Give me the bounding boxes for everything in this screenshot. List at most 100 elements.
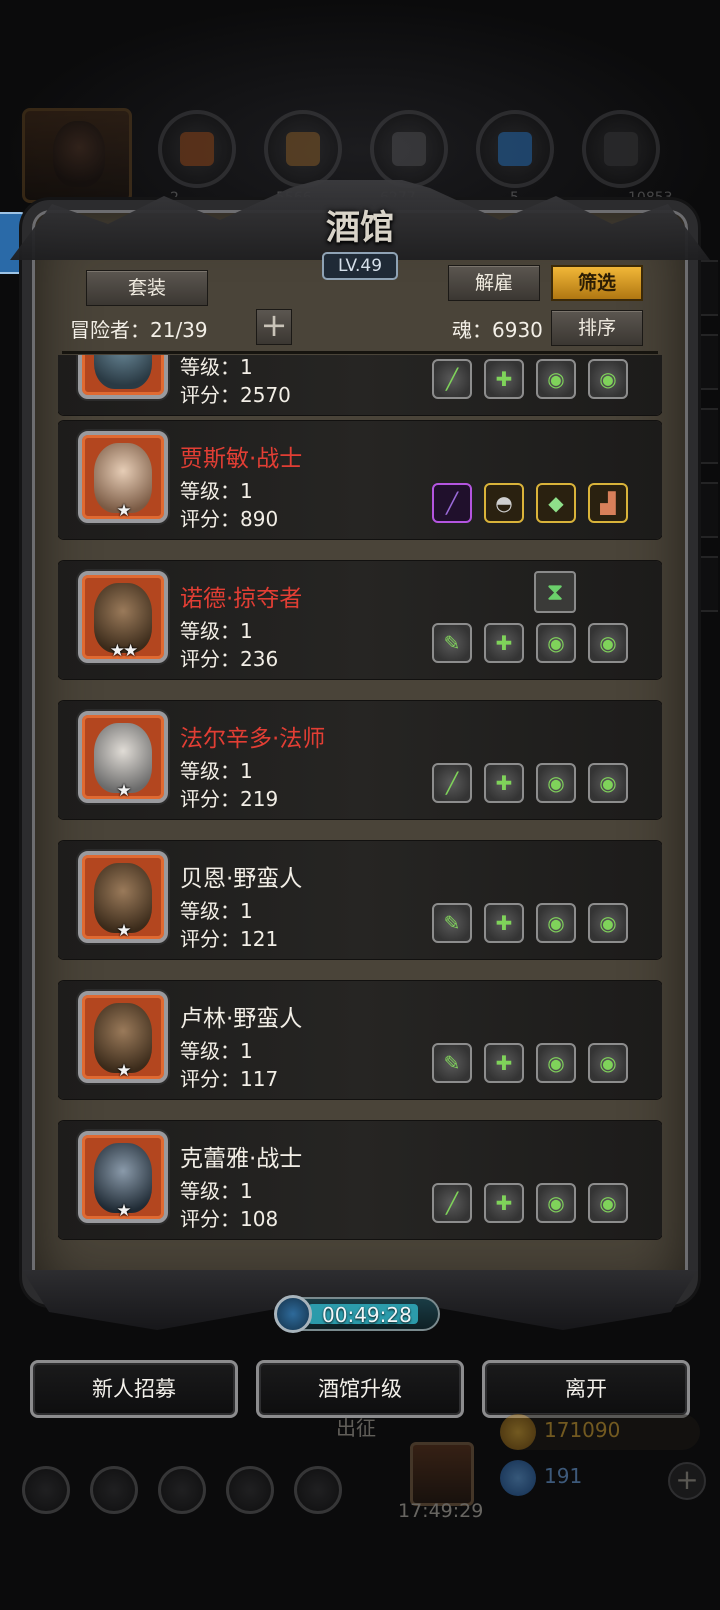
sort-button[interactable]: 排序 [551, 310, 643, 346]
hero-stars: ★★ [109, 641, 138, 661]
hero-card[interactable]: ★ 卢林·野蛮人 等级：1 评分：117 ✎ ✚ ◉ ◉ [58, 981, 662, 1099]
hero-portrait[interactable]: ★ [78, 431, 168, 523]
hero-level: 等级：1 [180, 1039, 253, 1063]
hero-score: 评分：108 [180, 1207, 279, 1231]
hero-portrait[interactable]: ★ [78, 1131, 168, 1223]
hero-stars: ★ [116, 501, 131, 521]
armor-slot-icon[interactable]: ✚ [484, 903, 524, 943]
gift-timer: 17:49:29 [398, 1500, 484, 1522]
header-divider [62, 351, 658, 354]
hero-card[interactable]: ★ 贾斯敏·战士 等级：1 评分：890 ╱ ◓ ◆ ▟ [58, 421, 662, 539]
ring-slot-icon[interactable]: ◉ [588, 359, 628, 399]
achievement-icon [90, 1466, 138, 1514]
hero-name: 诺德·掠夺者 [180, 586, 303, 612]
gift-box-icon [410, 1442, 474, 1506]
timer-text: 00:49:28 [322, 1303, 412, 1327]
hero-portrait[interactable]: ★★ [78, 571, 168, 663]
settings-icon [22, 1466, 70, 1514]
hero-portrait[interactable]: ★ [78, 851, 168, 943]
hero-name: 法尔辛多·法师 [180, 726, 326, 752]
ring-slot-icon[interactable]: ◉ [536, 763, 576, 803]
hero-portrait[interactable]: ★ [78, 711, 168, 803]
crystal-icon [476, 110, 554, 188]
green-gem-icon[interactable]: ◆ [536, 483, 576, 523]
leave-button[interactable]: 离开 [482, 1360, 690, 1418]
refresh-timer: 00:49:28 [274, 1295, 440, 1333]
sword-slot-icon[interactable]: ╱ [432, 1183, 472, 1223]
set-button[interactable]: 套装 [86, 270, 208, 306]
hero-score: 评分：121 [180, 927, 279, 951]
hero-level: 等级：1 [180, 759, 253, 783]
armor-slot-icon[interactable]: ✚ [484, 763, 524, 803]
hero-level: 等级：1 [180, 479, 253, 503]
ring-slot-icon[interactable]: ◉ [536, 623, 576, 663]
armor-slot-icon[interactable]: ✚ [484, 1183, 524, 1223]
hero-level: 等级：1 [180, 1179, 253, 1203]
dismiss-button[interactable]: 解雇 [448, 265, 540, 301]
hero-stars: ★ [116, 1201, 131, 1221]
equipment-slots: ╱ ✚ ◉ ◉ [432, 763, 628, 803]
hero-list[interactable]: 等级：1 评分：2570 ╱ ✚ ◉ ◉ ★ 贾斯敏·战士 等级：1 评分：89… [58, 355, 662, 1285]
hero-card[interactable]: ★ 克蕾雅·战士 等级：1 评分：108 ╱ ✚ ◉ ◉ [58, 1121, 662, 1239]
purple-sword-icon[interactable]: ╱ [432, 483, 472, 523]
wood-planks-icon [264, 110, 342, 188]
add-adventurer-slot-button[interactable]: + [256, 309, 292, 345]
axe-slot-icon[interactable]: ✎ [432, 903, 472, 943]
ring-slot-icon[interactable]: ◉ [588, 903, 628, 943]
clock-icon [274, 1295, 312, 1333]
hero-card[interactable]: 等级：1 评分：2570 ╱ ✚ ◉ ◉ [58, 355, 662, 415]
axe-slot-icon[interactable]: ✎ [432, 623, 472, 663]
mail-icon [226, 1466, 274, 1514]
recruit-button[interactable]: 新人招募 [30, 1360, 238, 1418]
ring-slot-icon[interactable]: ◉ [588, 1043, 628, 1083]
hero-card[interactable]: ★★ 诺德·掠夺者 等级：1 评分：236 ⧗ ✎ ✚ ◉ ◉ [58, 561, 662, 679]
upgrade-tavern-button[interactable]: 酒馆升级 [256, 1360, 464, 1418]
equipment-slots: ╱ ◓ ◆ ▟ [432, 483, 628, 523]
armor-slot-icon[interactable]: ✚ [484, 1043, 524, 1083]
adventurer-count: 冒险者：21/39 [70, 318, 208, 342]
hero-name: 卢林·野蛮人 [180, 1006, 303, 1032]
ring-slot-icon[interactable]: ◉ [588, 763, 628, 803]
axe-slot-icon[interactable]: ✎ [432, 1043, 472, 1083]
hero-score: 评分：890 [180, 507, 279, 531]
hourglass-emblem-icon: ⧗ [534, 571, 576, 613]
armor-slot-icon[interactable]: ✚ [484, 623, 524, 663]
map-icon [294, 1466, 342, 1514]
filter-button[interactable]: 筛选 [551, 265, 643, 301]
ore-sack-icon [158, 110, 236, 188]
hero-name: 贝恩·野蛮人 [180, 866, 303, 892]
background-bottom-bar: 出征 17:49:29 171090 191 + [0, 1414, 720, 1610]
hero-score: 评分：219 [180, 787, 279, 811]
ring-slot-icon[interactable]: ◉ [536, 1043, 576, 1083]
gem-amount: 191 [544, 1464, 583, 1488]
hero-card[interactable]: ★ 贝恩·野蛮人 等级：1 评分：121 ✎ ✚ ◉ ◉ [58, 841, 662, 959]
panel-title: 酒馆 [326, 208, 394, 248]
boots-icon[interactable]: ▟ [588, 483, 628, 523]
gem-display: 191 [500, 1460, 660, 1496]
armor-slot-icon[interactable]: ✚ [484, 359, 524, 399]
ring-slot-icon[interactable]: ◉ [536, 1183, 576, 1223]
guild-icon [158, 1466, 206, 1514]
hero-name: 贾斯敏·战士 [180, 446, 303, 472]
iron-ingot-icon [370, 110, 448, 188]
hero-portrait[interactable]: ★ [78, 991, 168, 1083]
ring-slot-icon[interactable]: ◉ [588, 1183, 628, 1223]
expedition-label: 出征 [336, 1416, 376, 1440]
helmet-icon[interactable]: ◓ [484, 483, 524, 523]
equipment-slots: ╱ ✚ ◉ ◉ [432, 359, 628, 399]
staff-slot-icon[interactable]: ╱ [432, 359, 472, 399]
gem-icon [500, 1460, 536, 1496]
equipment-slots: ✎ ✚ ◉ ◉ [432, 1043, 628, 1083]
gold-coin-icon [500, 1414, 536, 1450]
stone-ingot-icon [582, 110, 660, 188]
soul-count: 魂：6930 [452, 318, 543, 342]
hero-portrait[interactable] [78, 355, 168, 399]
hero-card[interactable]: ★ 法尔辛多·法师 等级：1 评分：219 ╱ ✚ ◉ ◉ [58, 701, 662, 819]
hero-score: 评分：117 [180, 1067, 279, 1091]
ring-slot-icon[interactable]: ◉ [536, 359, 576, 399]
hero-level: 等级：1 [180, 355, 253, 379]
staff-slot-icon[interactable]: ╱ [432, 763, 472, 803]
ring-slot-icon[interactable]: ◉ [536, 903, 576, 943]
player-avatar[interactable] [22, 108, 132, 203]
ring-slot-icon[interactable]: ◉ [588, 623, 628, 663]
